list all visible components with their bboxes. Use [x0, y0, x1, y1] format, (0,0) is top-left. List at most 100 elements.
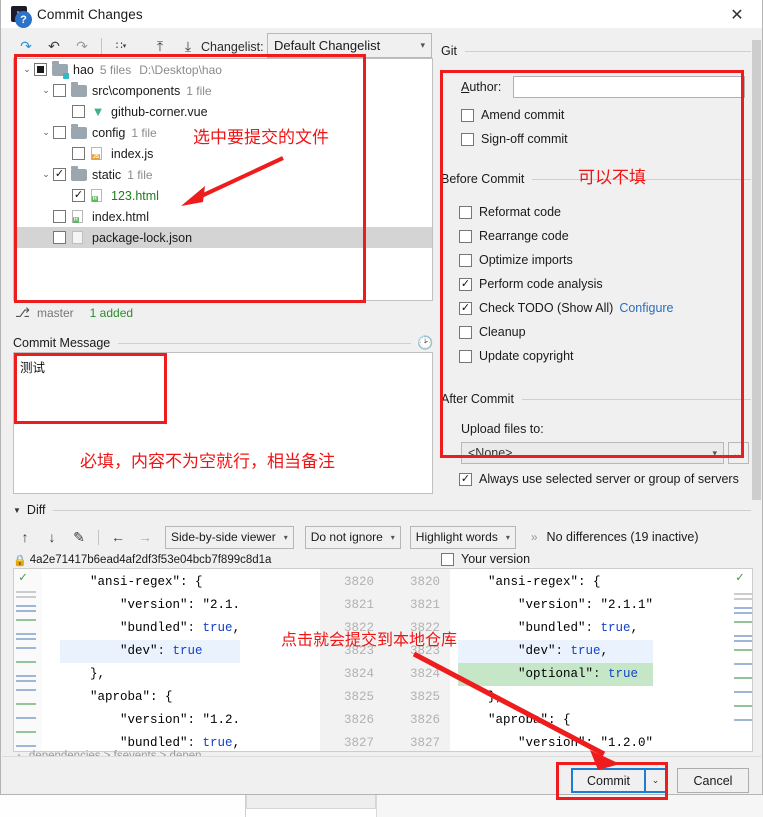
checkbox-cleanup[interactable]: Cleanup [459, 323, 526, 341]
tree-row[interactable]: Hindex.html [14, 206, 432, 227]
diff-viewer[interactable]: ✓ "ansi-regex": {"version": "2.1. "bund… [13, 568, 753, 752]
checkbox-label: Rearrange code [479, 229, 569, 243]
desktop-strip-middle [246, 795, 376, 809]
line-numbers-left: 3820 3821 3822 3823 3824 3825 3826 3827 [322, 571, 374, 751]
diff-line: "ansi-regex": { [60, 575, 203, 589]
tree-row[interactable]: ⌄ src\components 1 file [14, 80, 432, 101]
previous-difference-icon[interactable]: ↑ [13, 526, 37, 548]
checkbox-label: Optimize imports [479, 253, 573, 267]
edit-source-icon[interactable]: ✎ [67, 526, 91, 548]
tree-row[interactable]: ▼ github-corner.vue [14, 101, 432, 122]
commit-message-label: Commit Message [13, 336, 111, 350]
checkbox-perform-code-analysis[interactable]: Perform code analysis [459, 275, 603, 293]
tree-checkbox[interactable] [53, 231, 66, 244]
checkbox-rearrange-code[interactable]: Rearrange code [459, 227, 569, 245]
tree-item-name: config [92, 125, 126, 140]
author-input[interactable] [513, 76, 745, 98]
changelist-select[interactable]: Default Changelist ▾ [267, 33, 432, 58]
changelist-value: Default Changelist [274, 38, 381, 53]
tree-checkbox[interactable] [72, 147, 85, 160]
collapse-all-icon[interactable]: ⤓ [175, 35, 201, 57]
checkbox-optimize-imports[interactable]: Optimize imports [459, 251, 573, 269]
diff-line: "optional": true [458, 663, 654, 686]
tree-checkbox[interactable] [72, 189, 85, 202]
tree-row[interactable]: ⌄ config 1 file [14, 122, 432, 143]
accept-left-icon[interactable]: ← [106, 526, 130, 548]
commit-button[interactable]: Commit [571, 768, 646, 793]
checkbox-amend-commit[interactable]: Amend commit [461, 106, 564, 124]
whitespace-mode-value: Do not ignore [310, 530, 383, 544]
more-options-icon[interactable]: » [531, 530, 538, 544]
changed-files-tree[interactable]: ⌄ hao 5 files D:\Desktop\hao ⌄ src\components… [13, 58, 433, 301]
upload-server-select[interactable]: <None> ▾ [461, 442, 724, 464]
whitespace-mode-select[interactable]: Do not ignore ▾ [304, 525, 401, 549]
diff-pane-right[interactable]: "ansi-regex": { "version": "2.1.1" "bund… [450, 569, 752, 751]
scrollbar-thumb[interactable] [752, 40, 761, 500]
configure-link[interactable]: Configure [619, 301, 673, 315]
checkbox-label: Update copyright [479, 349, 574, 363]
tree-row[interactable]: JS index.js [14, 143, 432, 164]
checkbox-update-copyright[interactable]: Update copyright [459, 347, 574, 365]
chevron-down-icon[interactable]: ⌄ [20, 64, 34, 75]
line-number: 3827 [409, 736, 440, 750]
checkbox-sign-off-commit[interactable]: Sign-off commit [461, 130, 568, 148]
folder-icon [71, 126, 87, 140]
viewer-mode-select[interactable]: Side-by-side viewer ▾ [165, 525, 294, 549]
next-difference-icon[interactable]: ↓ [40, 526, 64, 548]
desktop-strip-right [376, 795, 763, 817]
tree-checkbox[interactable] [53, 84, 66, 97]
checkbox-reformat-code[interactable]: Reformat code [459, 203, 561, 221]
redo-icon[interactable]: ↷ [69, 35, 95, 57]
diff-pane-left[interactable]: ✓ "ansi-regex": {"version": "2.1. "bund… [14, 569, 320, 751]
browse-servers-button[interactable]: ... [728, 442, 749, 464]
commit-options-dropdown[interactable]: ⌄ [646, 768, 667, 793]
checkbox-box [459, 229, 472, 243]
chevron-down-icon[interactable]: ⌄ [39, 169, 53, 180]
tree-row[interactable]: H 123.html [14, 185, 432, 206]
diff-line: }, [458, 690, 504, 704]
options-scrollbar[interactable] [751, 40, 762, 510]
cancel-button[interactable]: Cancel [677, 768, 749, 793]
tree-row[interactable]: ⌄ static 1 file [14, 164, 432, 185]
close-icon[interactable]: ✕ [720, 4, 754, 26]
tree-checkbox[interactable] [53, 168, 66, 181]
diff-left-lines: "ansi-regex": { "version": "2.1. "bundle… [60, 571, 241, 751]
divider [464, 50, 751, 52]
tree-item-meta: 1 file [131, 125, 157, 140]
tree-row[interactable]: ⌄ hao 5 files D:\Desktop\hao [14, 59, 432, 80]
group-by-icon[interactable]: ∷ ▾ [108, 35, 134, 57]
revert-icon[interactable]: ↶ [41, 35, 67, 57]
tree-checkbox[interactable] [53, 210, 66, 223]
refresh-icon[interactable]: ↷ [13, 35, 39, 57]
history-clock-icon[interactable]: 🕑 [411, 335, 433, 351]
highlight-mode-select[interactable]: Highlight words ▾ [409, 525, 516, 549]
checkbox-always-use-selected-server[interactable]: Always use selected server or group of s… [459, 470, 739, 488]
checkbox-box [459, 253, 472, 267]
commit-button-label: Commit [586, 773, 631, 788]
tree-checkbox[interactable] [72, 105, 85, 118]
checkbox-label: Cleanup [479, 325, 526, 339]
tree-checkbox[interactable] [34, 63, 47, 76]
diff-status-text: No differences (19 inactive) [546, 530, 699, 544]
chevron-down-icon[interactable]: ⌄ [39, 85, 53, 96]
commit-message-input[interactable]: 测试 [13, 352, 433, 494]
tree-checkbox[interactable] [53, 126, 66, 139]
divider [118, 342, 411, 344]
tree-item-name: 123.html [111, 188, 159, 203]
line-number: 3826 [409, 713, 440, 727]
expand-all-icon[interactable]: ⤒ [147, 35, 173, 57]
help-icon[interactable]: ? [15, 11, 32, 28]
collapse-triangle-icon[interactable]: ▼ [13, 506, 21, 515]
diff-right-header[interactable]: Your version [441, 552, 530, 566]
chevron-down-icon: ▾ [390, 532, 395, 542]
diff-line: "aproba": { [60, 690, 173, 704]
json-file-icon [71, 230, 87, 245]
line-number: 3823 [343, 644, 374, 658]
chevron-down-icon[interactable]: ⌄ [39, 127, 53, 138]
accept-right-icon[interactable]: → [133, 526, 157, 548]
tree-row[interactable]: package-lock.json [14, 227, 432, 248]
checkbox-check-todo[interactable]: Check TODO (Show All) Configure [459, 299, 674, 317]
line-number: 3825 [409, 690, 440, 704]
